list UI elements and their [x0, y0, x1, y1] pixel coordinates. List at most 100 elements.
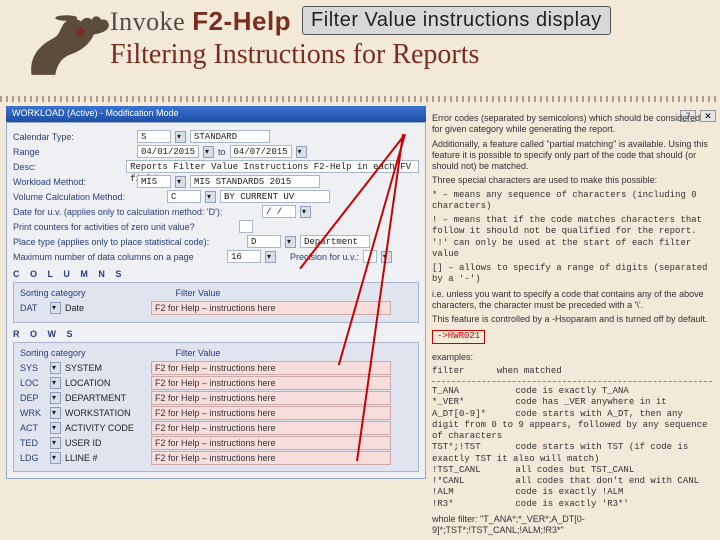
wm-label: Workload Method: [13, 177, 133, 187]
wm-code[interactable]: MIS [137, 175, 171, 188]
row-code-dd[interactable] [50, 422, 61, 434]
dfuv-picker[interactable] [300, 206, 311, 218]
pt-label: Place type (applies only to place statis… [13, 237, 243, 247]
example-row: *_VER* code has _VER anywhere in it [432, 397, 712, 408]
barbed-wire-divider [0, 96, 720, 102]
col-sort-dd[interactable] [50, 302, 61, 314]
example-row: !TST_CANL all codes but TST_CANL [432, 465, 712, 476]
help-p4: i.e. unless you want to specify a code t… [432, 289, 712, 312]
max-input[interactable]: 16 [227, 250, 261, 263]
rows-h2: Filter Value [176, 348, 221, 358]
help-b3: [] – allows to specify a range of digits… [432, 263, 712, 286]
vcm-label: Volume Calculation Method: [13, 192, 163, 202]
example-row: TST*;!TST code starts with TST (if code … [432, 442, 712, 465]
row-code-dd[interactable] [50, 437, 61, 449]
row-label: WORKSTATION [65, 408, 147, 418]
row-label: LOCATION [65, 378, 147, 388]
row-code[interactable]: DEP [20, 393, 46, 403]
ex-h1: filter [432, 366, 464, 376]
ex-h2: when matched [497, 366, 562, 376]
range-to-word: to [218, 147, 226, 157]
max-label: Maximum number of data columns on a page [13, 252, 223, 262]
rows-heading: R O W S [13, 329, 419, 339]
row-filter-input[interactable]: F2 for Help – instructions here [151, 361, 391, 375]
examples-title: examples: [432, 352, 712, 363]
row-code-dd[interactable] [50, 407, 61, 419]
cal-type-code[interactable]: S [137, 130, 171, 143]
pc-input[interactable] [239, 220, 253, 233]
max-dropdown[interactable] [265, 251, 276, 263]
columns-panel: Sorting category Filter Value DAT Date F… [13, 282, 419, 323]
example-row: !ALM code is exactly !ALM [432, 487, 712, 498]
row-label: LLINE # [65, 453, 147, 463]
row-label: DEPARTMENT [65, 393, 147, 403]
wm-dropdown[interactable] [175, 176, 186, 188]
col-sort-name: Date [65, 303, 147, 313]
range-label: Range [13, 147, 133, 157]
prec-label: Precision for u.v.: [290, 252, 359, 262]
pt-code[interactable]: D [247, 235, 281, 248]
row-code[interactable]: SYS [20, 363, 46, 373]
row-filter-input[interactable]: F2 for Help – instructions here [151, 376, 391, 390]
row-code[interactable]: LDG [20, 453, 46, 463]
slide-subhead: Filtering Instructions for Reports [110, 39, 710, 71]
vcm-dropdown[interactable] [205, 191, 216, 203]
row-code[interactable]: WRK [20, 408, 46, 418]
dfuv-input[interactable]: / / [262, 205, 296, 218]
filter-value-button[interactable]: Filter Value instructions display [302, 6, 611, 35]
pt-dropdown[interactable] [285, 236, 296, 248]
row-code-dd[interactable] [50, 377, 61, 389]
row-code-dd[interactable] [50, 362, 61, 374]
invoke-word: Invoke [110, 7, 185, 36]
pt-name: Department [300, 235, 370, 248]
row-filter-input[interactable]: F2 for Help – instructions here [151, 436, 391, 450]
desc-label: Desc: [13, 162, 122, 172]
row-code-dd[interactable] [50, 452, 61, 464]
row-label: ACTIVITY CODE [65, 423, 147, 433]
help-p2: Additionally, a feature called "partial … [432, 139, 712, 173]
window-titlebar: WORKLOAD (Active) - Modification Mode [6, 106, 426, 122]
row-code[interactable]: ACT [20, 423, 46, 433]
cal-type-dropdown[interactable] [175, 131, 186, 143]
wm-name: MIS STANDARDS 2015 [190, 175, 320, 188]
columns-h1: Sorting category [20, 288, 86, 298]
row-filter-input[interactable]: F2 for Help – instructions here [151, 421, 391, 435]
app-screenshot: WORKLOAD (Active) - Modification Mode Ca… [6, 106, 426, 532]
help-text-panel: Error codes (separated by semicolons) wh… [432, 110, 712, 539]
vcm-code[interactable]: C [167, 190, 201, 203]
help-p5: This feature is controlled by a -Hsopara… [432, 314, 712, 325]
help-command: ->HWR021 [432, 330, 485, 343]
f2-help-label: F2-Help [192, 6, 291, 36]
columns-heading: C O L U M N S [13, 269, 419, 279]
help-b2: ! – means that if the code matches chara… [432, 215, 712, 260]
col-sort-code[interactable]: DAT [20, 303, 46, 313]
row-label: SYSTEM [65, 363, 147, 373]
example-row: T_ANA code is exactly T_ANA [432, 386, 712, 397]
row-filter-input[interactable]: F2 for Help – instructions here [151, 391, 391, 405]
range-from-picker[interactable] [203, 146, 214, 158]
help-p3: Three special characters are used to mak… [432, 175, 712, 186]
help-whole: whole filter: "T_ANA*;*_VER*;A_DT[0-9]*;… [432, 514, 712, 537]
pc-label: Print counters for activities of zero un… [13, 222, 235, 232]
range-to[interactable]: 04/07/2015 [230, 145, 292, 158]
cal-type-name: STANDARD [190, 130, 270, 143]
example-row: A_DT[0-9]* code starts with A_DT, then a… [432, 409, 712, 443]
row-code[interactable]: TED [20, 438, 46, 448]
cal-type-label: Calendar Type: [13, 132, 133, 142]
row-filter-input[interactable]: F2 for Help – instructions here [151, 451, 391, 465]
range-from[interactable]: 04/01/2015 [137, 145, 199, 158]
range-to-picker[interactable] [296, 146, 307, 158]
columns-h2: Filter Value [176, 288, 221, 298]
dfuv-label: Date for u.v. (applies only to calculati… [13, 207, 258, 217]
row-code[interactable]: LOC [20, 378, 46, 388]
example-row: !*CANL all codes that don't end with CAN… [432, 476, 712, 487]
row-label: USER ID [65, 438, 147, 448]
help-b1: * – means any sequence of characters (in… [432, 190, 712, 213]
rows-h1: Sorting category [20, 348, 86, 358]
help-p1: Error codes (separated by semicolons) wh… [432, 113, 712, 136]
row-filter-input[interactable]: F2 for Help – instructions here [151, 406, 391, 420]
example-row: !R3* code is exactly 'R3*' [432, 499, 712, 510]
row-code-dd[interactable] [50, 392, 61, 404]
vcm-name: BY CURRENT UV [220, 190, 330, 203]
slide-header: Invoke F2-Help Filter Value instructions… [0, 0, 720, 92]
